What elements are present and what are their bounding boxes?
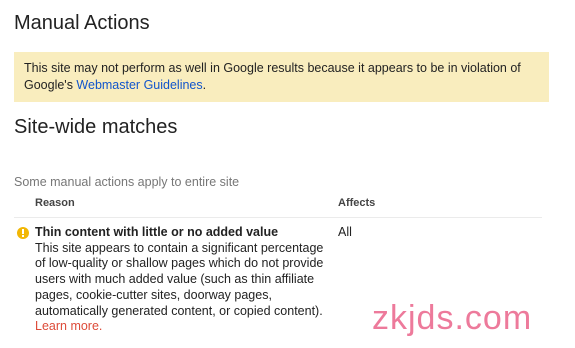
watermark-text: zkjds.com (372, 299, 533, 337)
section-subtitle: Some manual actions apply to entire site (14, 175, 240, 189)
warning-icon (17, 227, 29, 239)
affects-cell: All (338, 225, 352, 239)
section-title: Site-wide matches (14, 116, 178, 138)
warning-text-end: . (202, 78, 207, 92)
reason-cell: Thin content with little or no added val… (35, 225, 335, 335)
column-header-reason: Reason (35, 197, 75, 209)
column-header-affects: Affects (338, 197, 376, 209)
page-title: Manual Actions (14, 12, 150, 34)
manual-actions-page: Manual Actions This site may not perform… (0, 0, 575, 348)
reason-title: Thin content with little or no added val… (35, 225, 279, 239)
webmaster-guidelines-link[interactable]: Webmaster Guidelines (76, 78, 202, 92)
violation-warning-box: This site may not perform as well in Goo… (14, 52, 549, 102)
header-divider (14, 217, 542, 218)
learn-more-link[interactable]: Learn more. (35, 319, 102, 333)
reason-description: This site appears to contain a significa… (35, 240, 324, 318)
